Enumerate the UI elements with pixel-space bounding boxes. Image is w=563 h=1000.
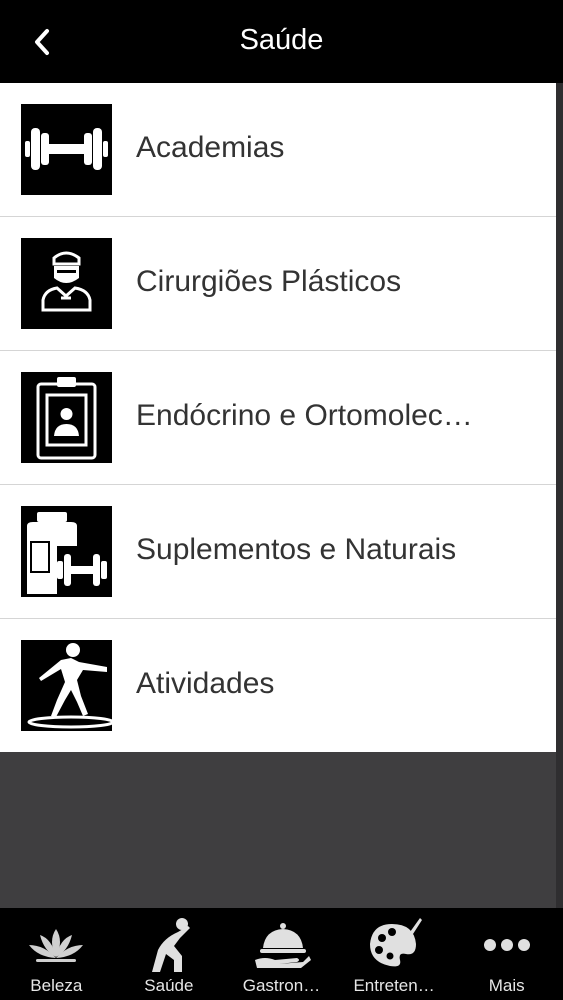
tab-label: Entreten… <box>353 976 435 995</box>
list-item-thumbnail <box>21 640 112 731</box>
tab-label: Mais <box>488 976 525 995</box>
cloche-icon <box>255 923 312 968</box>
list-item-label: Endócrino e Ortomolec… <box>136 399 473 432</box>
list-item-label: Cirurgiões Plásticos <box>136 265 402 298</box>
supplement-icon <box>27 512 107 594</box>
tab-label: Beleza <box>30 976 83 995</box>
list-item-endocrino[interactable]: Endócrino e Ortomolec… <box>0 351 556 485</box>
stretching-person-icon <box>27 643 112 729</box>
list-item-thumbnail <box>21 238 112 329</box>
list-item-atividades[interactable]: Atividades <box>0 619 556 752</box>
list-item-thumbnail <box>21 104 112 195</box>
surgeon-icon <box>41 251 92 312</box>
page-title: Saúde <box>239 24 324 56</box>
lotus-icon <box>29 929 84 962</box>
tab-label: Gastron… <box>242 976 321 995</box>
tab-mais[interactable]: Mais <box>450 908 563 1000</box>
list-item-thumbnail <box>21 372 112 463</box>
tab-bar: Beleza Saúde Gastron… Entreten… Mais <box>0 908 563 1000</box>
list-item-label: Atividades <box>136 667 275 700</box>
list-item-cirurgioes-plasticos[interactable]: Cirurgiões Plásticos <box>0 217 556 351</box>
list-item-suplementos[interactable]: Suplementos e Naturais <box>0 485 556 619</box>
list-item-label: Academias <box>136 131 285 164</box>
dumbbell-icon <box>25 128 108 170</box>
palette-icon <box>370 918 423 967</box>
list-item-academias[interactable]: Academias <box>0 83 556 217</box>
tab-saude[interactable]: Saúde <box>113 908 226 1000</box>
tab-beleza[interactable]: Beleza <box>0 908 113 1000</box>
tab-gastronomia[interactable]: Gastron… <box>225 908 338 1000</box>
clipboard-icon <box>36 377 97 460</box>
scroll-edge <box>556 83 563 908</box>
tab-entretenimento[interactable]: Entreten… <box>338 908 451 1000</box>
stretching-icon <box>151 918 190 972</box>
list-item-label: Suplementos e Naturais <box>136 533 457 566</box>
navigation-bar: Saúde <box>0 0 563 83</box>
category-list: Academias Cirurgiões Plásticos Endócrino… <box>0 83 556 752</box>
tab-label: Saúde <box>144 976 194 995</box>
list-item-thumbnail <box>21 506 112 597</box>
more-dots-icon <box>483 939 530 951</box>
